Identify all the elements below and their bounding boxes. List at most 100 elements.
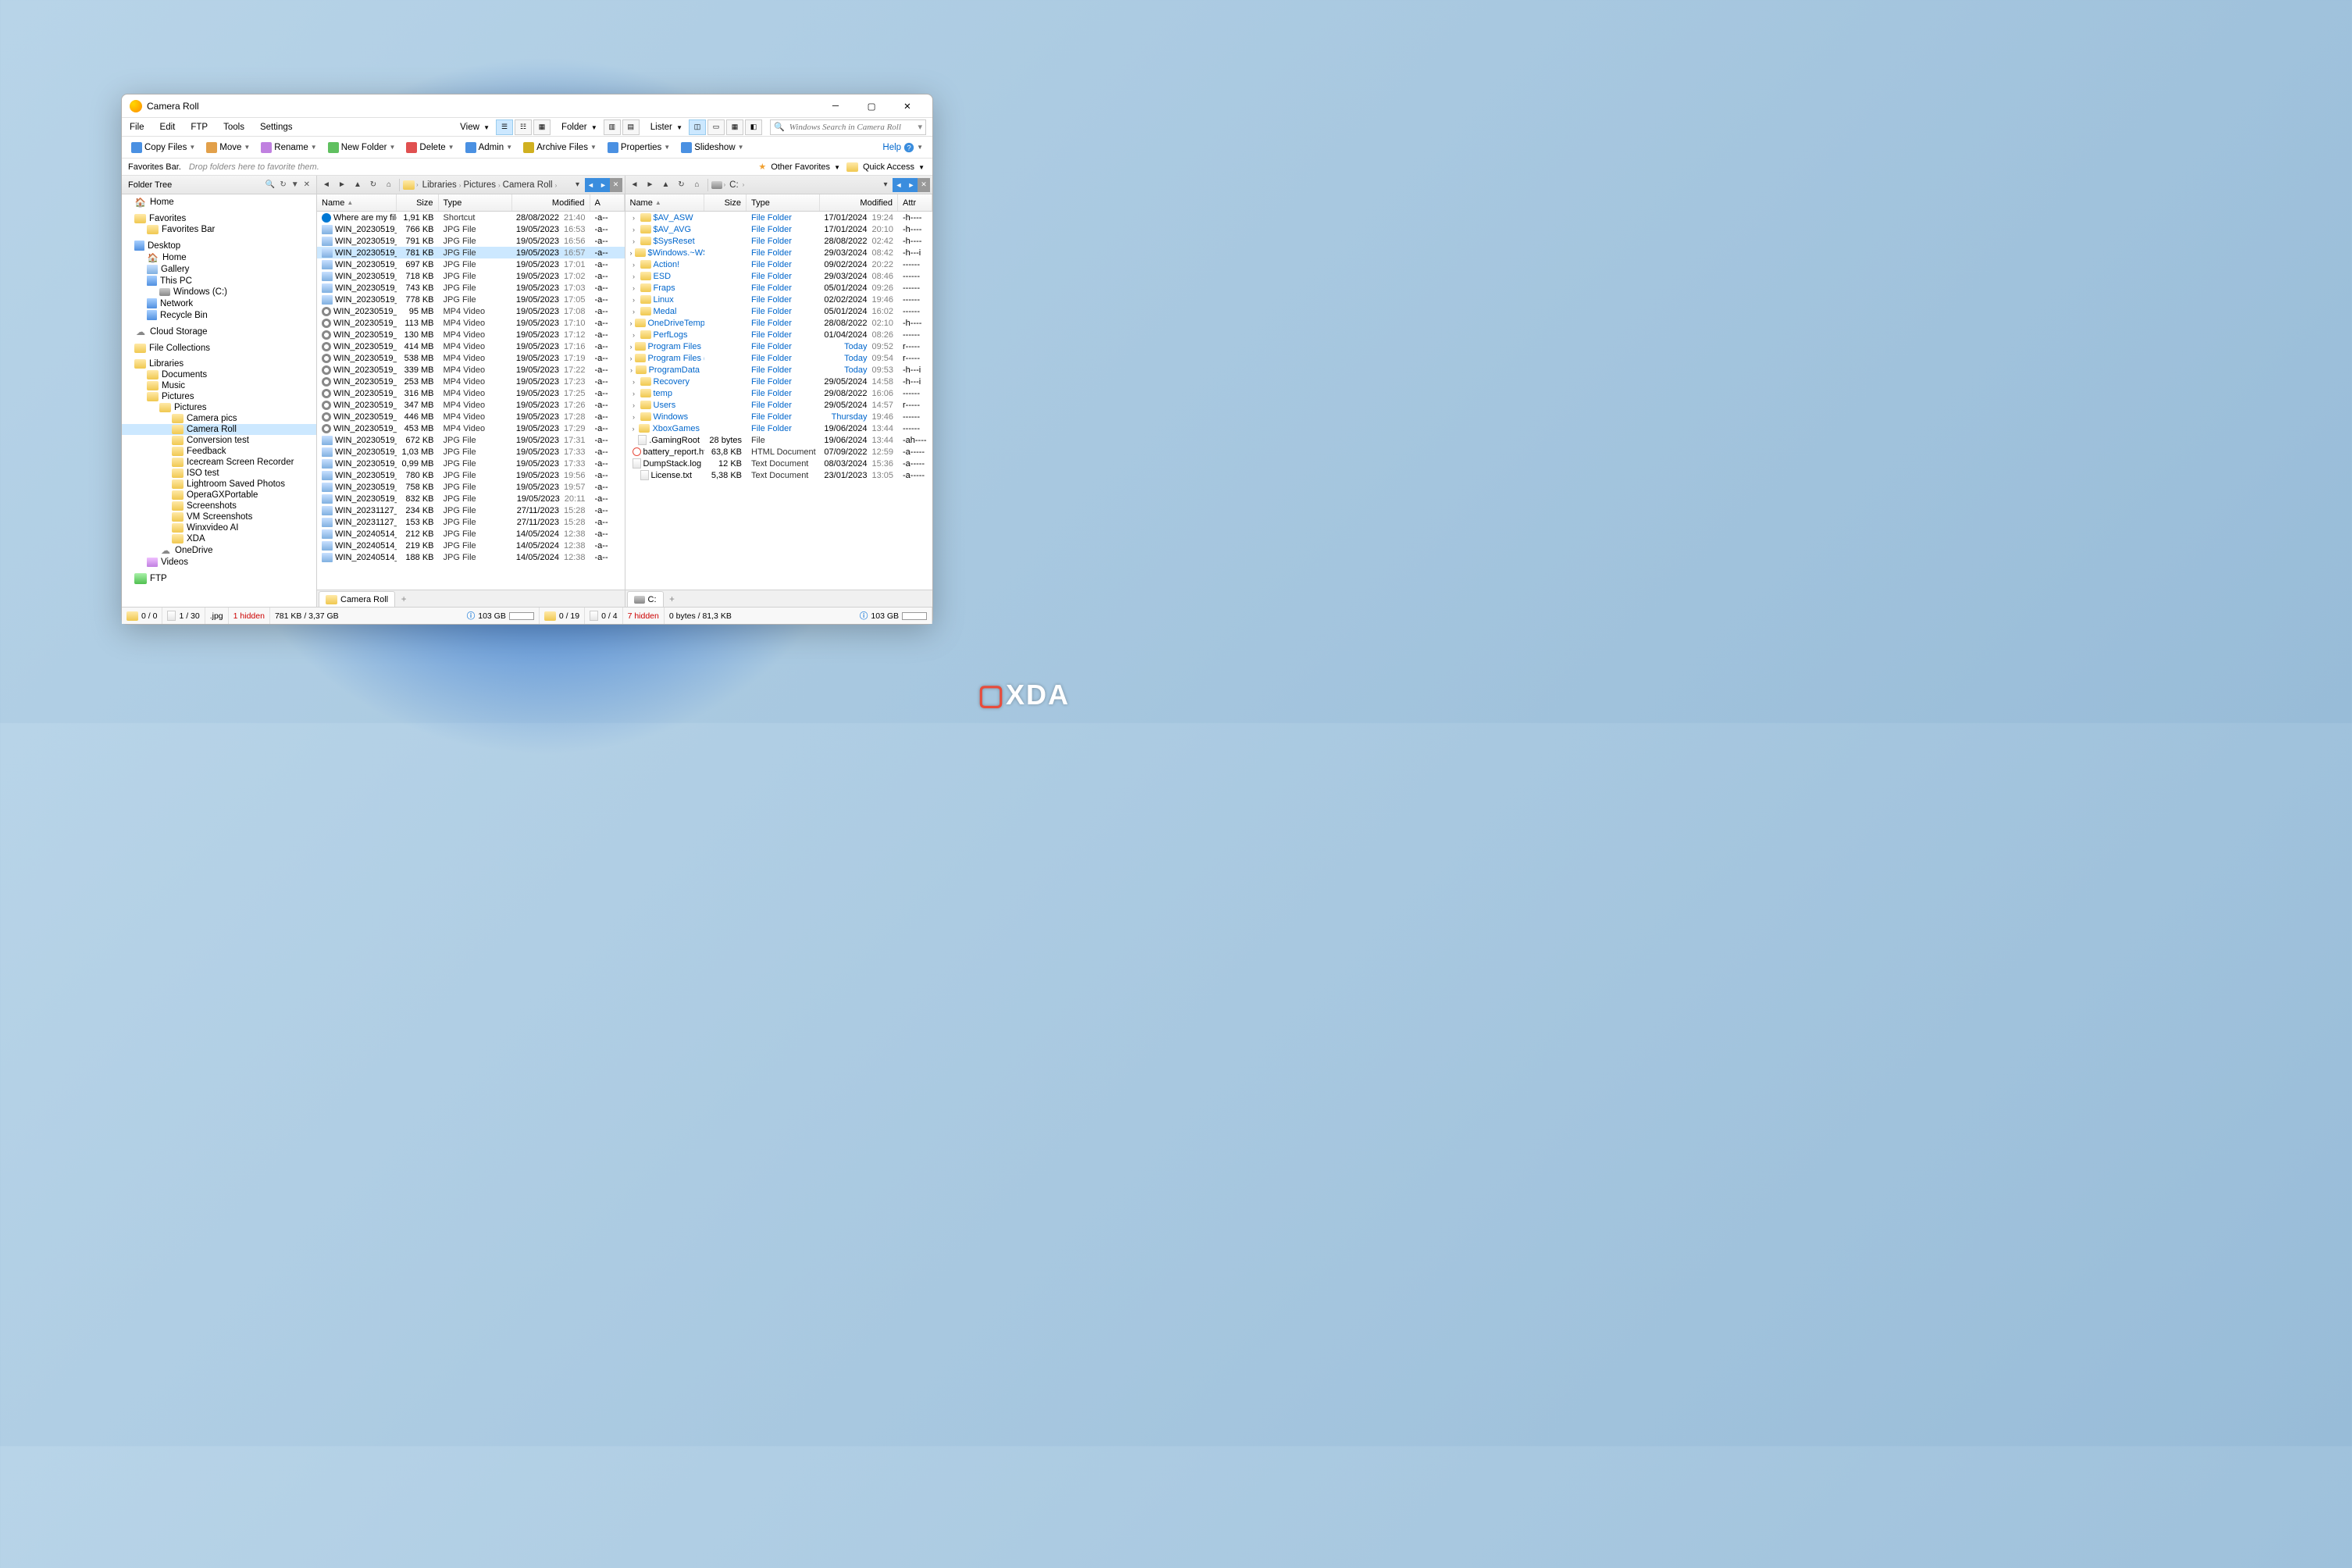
file-row[interactable]: ›Fraps File Folder 05/01/202409:26 -----… [625, 282, 933, 294]
col-size[interactable]: Size [397, 194, 439, 211]
file-row[interactable]: WIN_20240514_12_38_25_Pro.jpg 212 KB JPG… [317, 528, 625, 540]
tree-item-home[interactable]: 🏠Home [122, 251, 316, 264]
tree-item-icecream-screen-recorder[interactable]: Icecream Screen Recorder [122, 457, 316, 468]
nav-refresh-icon[interactable]: ↻ [675, 178, 689, 192]
tool-admin[interactable]: Admin▼ [461, 140, 518, 155]
crumb[interactable]: C: [727, 180, 741, 190]
expand-icon[interactable]: › [630, 366, 633, 374]
nav-back-icon[interactable]: ◄ [628, 178, 642, 192]
folder-mode2-icon[interactable]: ▤ [622, 119, 640, 135]
file-row[interactable]: WIN_20230519_17_09_50_Pro.mp4 113 MB MP4… [317, 317, 625, 329]
expand-icon[interactable]: › [630, 390, 638, 397]
tree-item-file-collections[interactable]: File Collections [122, 343, 316, 354]
expand-icon[interactable]: › [630, 226, 638, 233]
file-row[interactable]: WIN_20231127_15_28_43_Pro.jpg 234 KB JPG… [317, 504, 625, 516]
tree-item-network[interactable]: Network [122, 298, 316, 309]
file-row[interactable]: ›Windows File Folder Thursday19:46 -----… [625, 411, 933, 422]
tree-item-cloud-storage[interactable]: ☁Cloud Storage [122, 326, 316, 338]
tree-item-windows-c-[interactable]: Windows (C:) [122, 287, 316, 298]
search-box[interactable]: 🔍 ▾ [770, 119, 926, 135]
expand-icon[interactable]: › [630, 273, 638, 280]
tree-item-winxvideo-ai[interactable]: Winxvideo AI [122, 522, 316, 533]
tree-item-recycle-bin[interactable]: Recycle Bin [122, 309, 316, 321]
tree-item-screenshots[interactable]: Screenshots [122, 501, 316, 511]
col-name[interactable]: Name▲ [317, 194, 397, 211]
menu-settings[interactable]: Settings [252, 120, 301, 134]
tree-item-vm-screenshots[interactable]: VM Screenshots [122, 511, 316, 522]
col-modified[interactable]: Modified [512, 194, 590, 211]
tree-item-favorites[interactable]: Favorites [122, 213, 316, 224]
tree-item-feedback[interactable]: Feedback [122, 446, 316, 457]
expand-icon[interactable]: › [630, 214, 638, 222]
tree-item-gallery[interactable]: Gallery [122, 264, 316, 275]
file-row[interactable]: ›$SysReset File Folder 28/08/202202:42 -… [625, 235, 933, 247]
tool-new-folder[interactable]: New Folder▼ [323, 140, 401, 155]
expand-icon[interactable]: › [630, 249, 633, 257]
file-row[interactable]: DumpStack.log 12 KB Text Document 08/03/… [625, 458, 933, 469]
right-tab[interactable]: C: [627, 591, 664, 607]
tool-delete[interactable]: Delete▼ [401, 140, 458, 155]
col-size[interactable]: Size [704, 194, 747, 211]
crumb[interactable]: Pictures [461, 180, 498, 190]
file-row[interactable]: WIN_20230519_16_56_02_Pro.jpg 791 KB JPG… [317, 235, 625, 247]
tree-item-conversion-test[interactable]: Conversion test [122, 435, 316, 446]
expand-icon[interactable]: › [630, 413, 638, 421]
nav-refresh-icon[interactable]: ↻ [366, 178, 380, 192]
file-row[interactable]: WIN_20230519_17_24_21_Pro.mp4 316 MB MP4… [317, 387, 625, 399]
expand-icon[interactable]: › [630, 284, 638, 292]
lister-mode4-icon[interactable]: ◧ [745, 119, 762, 135]
tree-item-iso-test[interactable]: ISO test [122, 468, 316, 479]
file-row[interactable]: ›Program Files (x86) File Folder Today09… [625, 352, 933, 364]
file-row[interactable]: WIN_20230519_17_18_05_Pro.mp4 538 MB MP4… [317, 352, 625, 364]
menu-tools[interactable]: Tools [216, 120, 252, 134]
view-details-icon[interactable]: ☰ [496, 119, 513, 135]
file-row[interactable]: WIN_20230519_17_03_56_Pro.jpg 743 KB JPG… [317, 282, 625, 294]
crumb[interactable]: Camera Roll [501, 180, 555, 190]
col-modified[interactable]: Modified [820, 194, 898, 211]
tree-item-pictures[interactable]: Pictures [122, 402, 316, 413]
file-row[interactable]: ›Recovery File Folder 29/05/202414:58 -h… [625, 376, 933, 387]
expand-icon[interactable]: › [630, 308, 638, 315]
file-row[interactable]: ›OneDriveTemp File Folder 28/08/202202:1… [625, 317, 933, 329]
expand-icon[interactable]: › [630, 378, 638, 386]
file-row[interactable]: ›$AV_AVG File Folder 17/01/202420:10 -h-… [625, 223, 933, 235]
file-row[interactable]: WIN_20230519_19_57_46_Pro.jpg 758 KB JPG… [317, 481, 625, 493]
file-row[interactable]: WIN_20230519_17_27_30_Pro.mp4 446 MB MP4… [317, 411, 625, 422]
file-row[interactable]: WIN_20231127_15_28_49_Pro.jpg 153 KB JPG… [317, 516, 625, 528]
expand-icon[interactable]: › [630, 401, 638, 409]
tool-properties[interactable]: Properties▼ [603, 140, 675, 155]
file-row[interactable]: ›$AV_ASW File Folder 17/01/202419:24 -h-… [625, 212, 933, 223]
view-tiles-icon[interactable]: ▦ [533, 119, 551, 135]
folder-menu[interactable]: Folder ▼ [558, 121, 602, 134]
file-row[interactable]: WIN_20230519_17_05_32_Pro.jpg 778 KB JPG… [317, 294, 625, 305]
tree-item-ftp[interactable]: FTP [122, 572, 316, 585]
tree-close-icon[interactable]: ✕ [304, 180, 310, 189]
file-row[interactable]: .GamingRoot 28 bytes File 19/06/202413:4… [625, 434, 933, 446]
tree-item-camera-roll[interactable]: Camera Roll [122, 424, 316, 435]
file-row[interactable]: WIN_20240514_12_38_35_Pro.jpg 188 KB JPG… [317, 551, 625, 563]
tree-item-onedrive[interactable]: ☁OneDrive [122, 544, 316, 557]
expand-icon[interactable]: › [630, 296, 638, 304]
expand-icon[interactable]: › [630, 331, 638, 339]
maximize-button[interactable]: ▢ [854, 95, 889, 117]
add-tab-button[interactable]: + [665, 593, 679, 607]
lister-single-icon[interactable]: ▭ [707, 119, 725, 135]
file-row[interactable]: WIN_20230519_20_11_10_Pro.jpg 832 KB JPG… [317, 493, 625, 504]
tree-item-operagxportable[interactable]: OperaGXPortable [122, 490, 316, 501]
tree-item-camera-pics[interactable]: Camera pics [122, 413, 316, 424]
tree-item-documents[interactable]: Documents [122, 369, 316, 380]
help-button[interactable]: Help ? ▼ [878, 140, 928, 155]
file-row[interactable]: WIN_20230519_17_02_15_Pro.jpg 718 KB JPG… [317, 270, 625, 282]
menu-file[interactable]: File [122, 120, 152, 134]
pane-next-icon[interactable]: ► [905, 178, 918, 192]
tree-item-desktop[interactable]: Desktop [122, 240, 316, 251]
file-row[interactable]: ›ESD File Folder 29/03/202408:46 ------ [625, 270, 933, 282]
search-input[interactable] [788, 122, 915, 133]
view-menu[interactable]: View ▼ [457, 121, 494, 134]
lister-mode3-icon[interactable]: ▦ [726, 119, 743, 135]
file-row[interactable]: ›Users File Folder 29/05/202414:57 r----… [625, 399, 933, 411]
file-row[interactable]: ›Action! File Folder 09/02/202420:22 ---… [625, 258, 933, 270]
lister-menu[interactable]: Lister ▼ [647, 121, 687, 134]
menu-edit[interactable]: Edit [152, 120, 184, 134]
expand-icon[interactable]: › [630, 425, 637, 433]
